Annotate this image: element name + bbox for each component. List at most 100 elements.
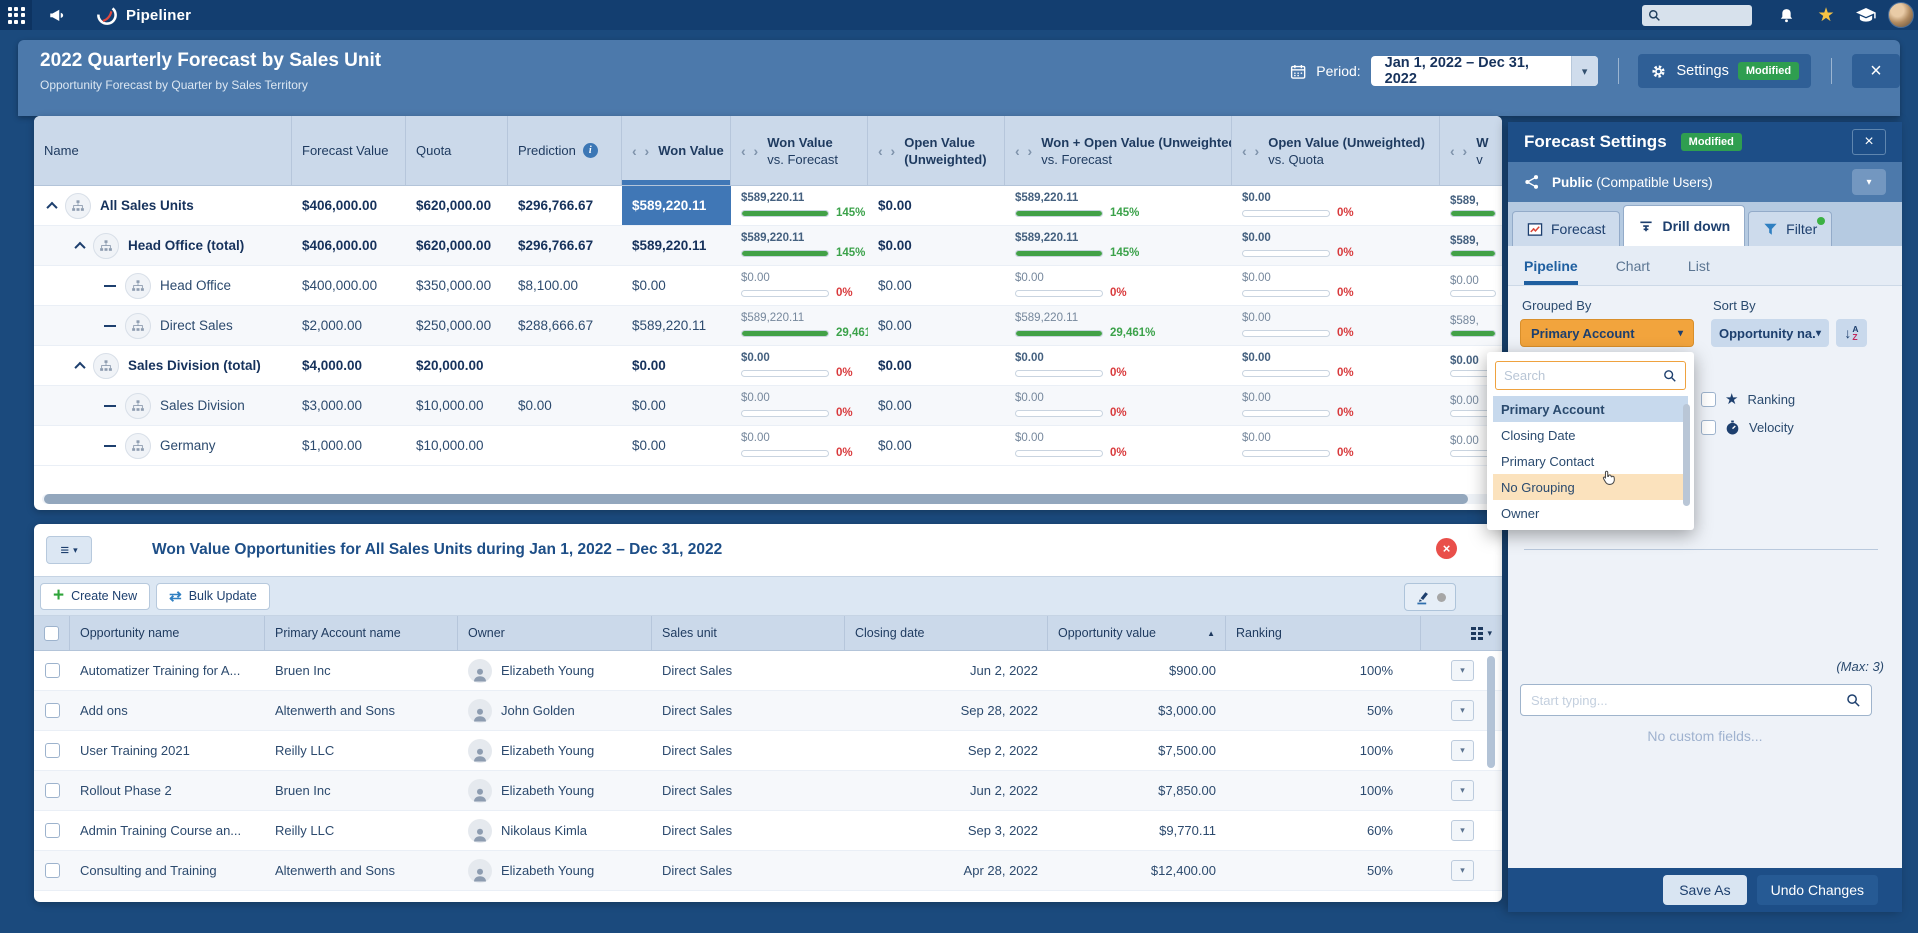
won-value-cell[interactable]: $589,220.11: [622, 226, 731, 265]
opportunity-row[interactable]: Automatizer Training for A...Bruen IncEl…: [34, 651, 1502, 691]
leaf-dash-icon[interactable]: [104, 445, 116, 447]
clear-selection-button[interactable]: ×: [1436, 538, 1457, 559]
leaf-dash-icon[interactable]: [104, 405, 116, 407]
select-all-checkbox[interactable]: [44, 626, 59, 641]
create-new-button[interactable]: +Create New: [40, 583, 150, 610]
row-expand-button[interactable]: ▾: [1451, 820, 1474, 841]
opportunity-row[interactable]: Rollout Phase 2Bruen IncElizabeth YoungD…: [34, 771, 1502, 811]
opp-column-header-value[interactable]: Opportunity value▲: [1048, 616, 1226, 650]
row-checkbox[interactable]: [45, 743, 60, 758]
tab-filter[interactable]: Filter: [1748, 211, 1832, 246]
opp-column-header-name[interactable]: Opportunity name: [70, 616, 265, 650]
announcements-icon[interactable]: [44, 4, 70, 26]
forecast-row[interactable]: Sales Division$3,000.00$10,000.00$0.00$0…: [34, 386, 1502, 426]
expand-columns-icon[interactable]: ‹ ›: [1450, 143, 1469, 159]
column-header-ovq[interactable]: ‹ ›Open Value (Unweighted)vs. Quota: [1232, 116, 1440, 185]
close-report-button[interactable]: ×: [1852, 54, 1900, 88]
period-select[interactable]: Jan 1, 2022 – Dec 31, 2022 ▾: [1371, 56, 1598, 86]
list-menu-button[interactable]: ≡▾: [46, 536, 92, 564]
forecast-row[interactable]: Head Office (total)$406,000.00$620,000.0…: [34, 226, 1502, 266]
row-checkbox[interactable]: [45, 823, 60, 838]
expand-columns-icon[interactable]: ‹ ›: [632, 143, 651, 159]
save-as-button[interactable]: Save As: [1663, 875, 1746, 905]
row-expand-button[interactable]: ▾: [1451, 740, 1474, 761]
row-checkbox[interactable]: [45, 703, 60, 718]
row-expand-button[interactable]: ▾: [1451, 780, 1474, 801]
opportunity-row[interactable]: Consulting and TrainingAltenwerth and So…: [34, 851, 1502, 891]
opp-column-header-unit[interactable]: Sales unit: [652, 616, 845, 650]
leaf-dash-icon[interactable]: [104, 285, 116, 287]
row-expand-button[interactable]: ▾: [1451, 660, 1474, 681]
undo-changes-button[interactable]: Undo Changes: [1757, 875, 1878, 905]
forecast-row[interactable]: Head Office$400,000.00$350,000.00$8,100.…: [34, 266, 1502, 306]
opportunity-name-cell[interactable]: Consulting and Training: [70, 863, 265, 878]
user-avatar[interactable]: [1888, 2, 1914, 28]
velocity-option[interactable]: Velocity: [1701, 420, 1794, 435]
column-header-wof[interactable]: ‹ ›Won + Open Value (Unweighted)vs. Fore…: [1005, 116, 1232, 185]
row-checkbox[interactable]: [45, 663, 60, 678]
velocity-checkbox[interactable]: [1701, 420, 1716, 435]
dropdown-search[interactable]: [1495, 361, 1686, 390]
expand-columns-icon[interactable]: ‹ ›: [878, 143, 897, 159]
forecast-row[interactable]: Direct Sales$2,000.00$250,000.00$288,666…: [34, 306, 1502, 346]
won-value-cell[interactable]: $0.00: [622, 386, 731, 425]
global-search[interactable]: [1642, 5, 1752, 26]
tab-drilldown[interactable]: Drill down: [1623, 205, 1745, 246]
vertical-scrollbar-thumb[interactable]: [1487, 656, 1495, 768]
opportunity-row[interactable]: Admin Training Course an...Reilly LLCNik…: [34, 811, 1502, 851]
columns-icon[interactable]: ▾: [1471, 627, 1492, 640]
sort-by-select[interactable]: Opportunity na... ▾: [1711, 319, 1829, 347]
opportunity-name-cell[interactable]: Rollout Phase 2: [70, 783, 265, 798]
row-checkbox[interactable]: [45, 783, 60, 798]
column-header-won[interactable]: ‹ ›Won Value: [622, 116, 731, 185]
won-value-cell[interactable]: $589,220.11: [622, 186, 731, 225]
share-expand-button[interactable]: ▾: [1852, 169, 1886, 195]
collapse-chevron-icon[interactable]: [74, 361, 85, 372]
learning-button[interactable]: [1846, 0, 1886, 30]
row-expand-button[interactable]: ▾: [1451, 860, 1474, 881]
expand-columns-icon[interactable]: ‹ ›: [1015, 143, 1034, 159]
bulk-update-button[interactable]: ⇄Bulk Update: [156, 583, 270, 610]
column-header-open[interactable]: ‹ ›Open Value(Unweighted): [868, 116, 1005, 185]
ranking-checkbox[interactable]: [1701, 392, 1716, 407]
leaf-dash-icon[interactable]: [104, 325, 116, 327]
ranking-option[interactable]: ★ Ranking: [1701, 392, 1795, 407]
dropdown-item-no-grouping[interactable]: No Grouping: [1493, 474, 1688, 500]
forecast-row[interactable]: Germany$1,000.00$10,000.00$0.00$0.000%$0…: [34, 426, 1502, 466]
custom-fields-search[interactable]: [1520, 684, 1872, 716]
sort-direction-button[interactable]: ↓ AZ: [1836, 319, 1867, 347]
forecast-row[interactable]: Sales Division (total)$4,000.00$20,000.0…: [34, 346, 1502, 386]
column-header-quota[interactable]: Quota: [406, 116, 508, 185]
grouped-by-select[interactable]: Primary Account ▾: [1520, 319, 1694, 347]
opp-column-header-actions[interactable]: ▾: [1421, 616, 1502, 650]
expand-columns-icon[interactable]: ‹ ›: [741, 143, 760, 159]
dropdown-scrollbar-thumb[interactable]: [1683, 404, 1690, 506]
dropdown-item-primary-account[interactable]: Primary Account: [1493, 396, 1688, 422]
tab-forecast[interactable]: Forecast: [1512, 211, 1620, 246]
opportunity-name-cell[interactable]: Admin Training Course an...: [70, 823, 265, 838]
row-checkbox[interactable]: [45, 863, 60, 878]
dropdown-search-input[interactable]: [1504, 368, 1663, 383]
custom-fields-search-input[interactable]: [1531, 693, 1846, 708]
settings-button[interactable]: Settings Modified: [1638, 54, 1811, 88]
opp-column-header-ranking[interactable]: Ranking: [1226, 616, 1421, 650]
dropdown-item-owner[interactable]: Owner: [1493, 500, 1688, 526]
opp-column-header-closing[interactable]: Closing date: [845, 616, 1048, 650]
column-header-forecast[interactable]: Forecast Value: [292, 116, 406, 185]
column-header-prediction[interactable]: Predictioni: [508, 116, 622, 185]
collapse-chevron-icon[interactable]: [74, 241, 85, 252]
global-search-input[interactable]: [1661, 8, 1741, 22]
subtab-list[interactable]: List: [1688, 246, 1710, 285]
highlight-toggle-button[interactable]: [1404, 583, 1456, 611]
won-value-cell[interactable]: $0.00: [622, 426, 731, 465]
opportunity-row[interactable]: Add onsAltenwerth and SonsJohn GoldenDir…: [34, 691, 1502, 731]
apps-grid-button[interactable]: [0, 0, 32, 30]
dropdown-item-closing-date[interactable]: Closing Date: [1493, 422, 1688, 448]
won-value-cell[interactable]: $0.00: [622, 346, 731, 385]
horizontal-scrollbar[interactable]: [42, 494, 1494, 504]
horizontal-scrollbar-thumb[interactable]: [44, 494, 1468, 504]
opportunity-name-cell[interactable]: Automatizer Training for A...: [70, 663, 265, 678]
opportunity-name-cell[interactable]: User Training 2021: [70, 743, 265, 758]
won-value-cell[interactable]: $0.00: [622, 266, 731, 305]
dropdown-item-primary-contact[interactable]: Primary Contact: [1493, 448, 1688, 474]
